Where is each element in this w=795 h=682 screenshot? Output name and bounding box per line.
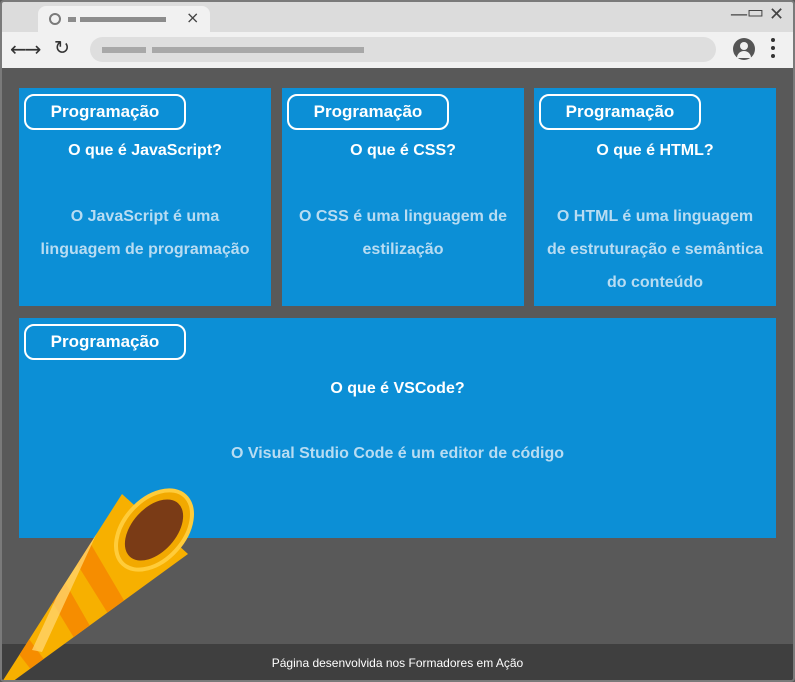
party-horn-icon [2, 488, 195, 680]
profile-body [737, 51, 751, 58]
url-placeholder [152, 47, 364, 53]
kebab-menu-icon[interactable] [771, 38, 775, 62]
card-question: O que é VSCode? [330, 380, 465, 397]
url-placeholder [102, 47, 146, 53]
back-forward-arrows-icon[interactable]: ←→ [10, 37, 41, 61]
card-badge[interactable]: Programação [539, 94, 701, 130]
card-badge[interactable]: Programação [24, 94, 186, 130]
card-question: O que é JavaScript? [68, 142, 222, 159]
card-badge[interactable]: Programação [287, 94, 449, 130]
profile-icon[interactable] [733, 38, 755, 60]
card-javascript: Programação O que é JavaScript? O JavaSc… [19, 88, 271, 306]
browser-window: × — ▭ ✕ ←→ ↻ Programação O que é JavaScr… [0, 0, 795, 682]
browser-toolbar: ←→ ↻ [2, 32, 793, 68]
title-bar: × — ▭ ✕ [2, 2, 793, 32]
card-question: O que é CSS? [350, 142, 456, 159]
reload-icon[interactable]: ↻ [54, 37, 70, 59]
card-answer: O CSS é uma linguagem de estilização [298, 208, 508, 258]
browser-tab[interactable]: × [38, 6, 210, 32]
address-bar[interactable] [90, 37, 716, 62]
tab-title-placeholder [68, 17, 76, 22]
card-answer: O Visual Studio Code é um editor de códi… [230, 445, 565, 462]
card-question: O que é HTML? [596, 142, 714, 159]
card-badge[interactable]: Programação [24, 324, 186, 360]
globe-icon [49, 13, 61, 25]
restore-icon[interactable]: ▭ [747, 2, 764, 23]
window-close-icon[interactable]: ✕ [769, 4, 784, 25]
minimize-icon[interactable]: — [730, 4, 748, 25]
card-html: Programação O que é HTML? O HTML é uma l… [534, 88, 776, 306]
close-icon[interactable]: × [186, 8, 199, 27]
profile-head [740, 42, 748, 50]
card-answer: O JavaScript é uma linguagem de programa… [40, 208, 250, 258]
card-answer: O HTML é uma linguagem de estruturação e… [546, 208, 764, 291]
tab-title-placeholder [80, 17, 166, 22]
card-css: Programação O que é CSS? O CSS é uma lin… [282, 88, 524, 306]
